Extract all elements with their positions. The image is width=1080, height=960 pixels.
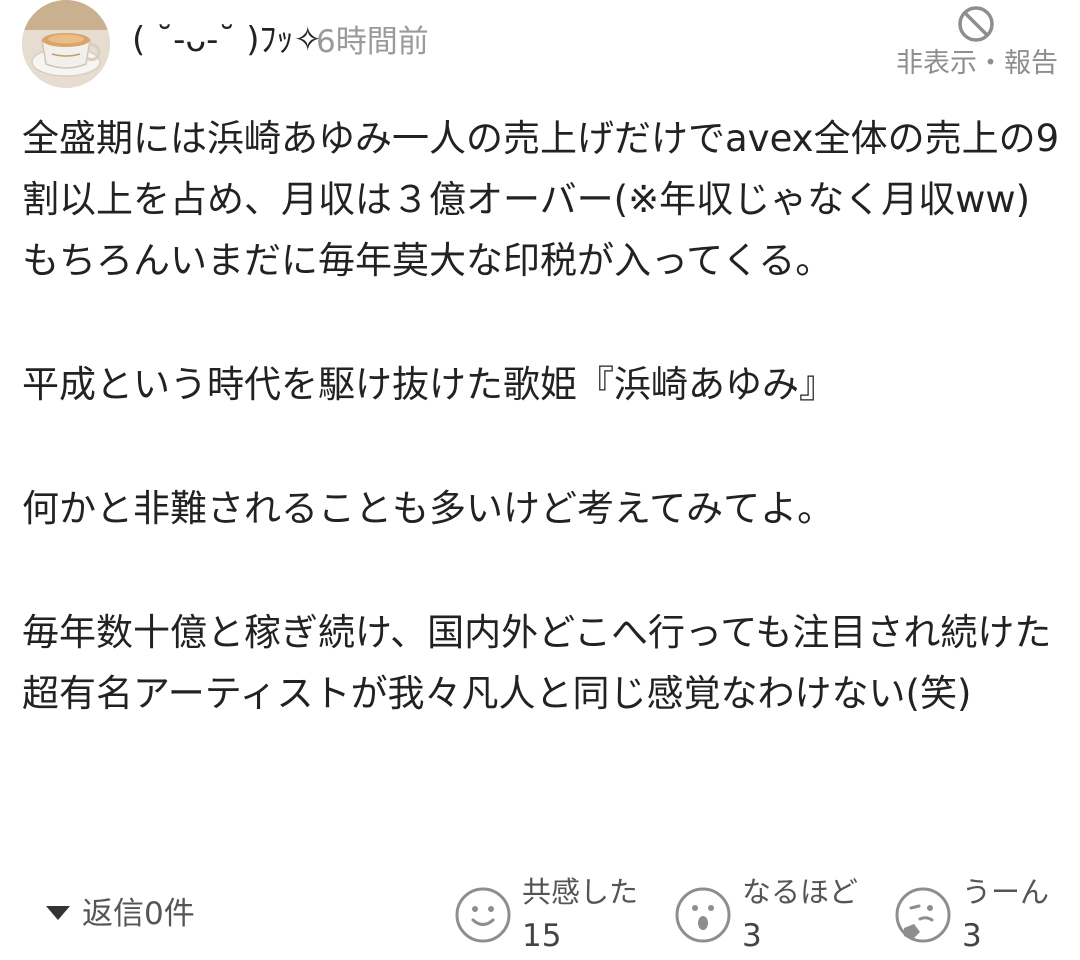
coffee-cup-avatar-image xyxy=(22,0,110,88)
reaction-label: なるほど xyxy=(742,875,859,909)
reaction-empathy-button[interactable]: 共感した 15 xyxy=(454,872,654,956)
comment-paragraph: 何かと非難されることも多いけど考えてみてよ。 xyxy=(22,487,835,530)
triangle-down-icon xyxy=(46,905,70,920)
reaction-count: 3 xyxy=(962,918,982,954)
reaction-count: 15 xyxy=(522,918,562,954)
reply-toggle-button[interactable]: 返信0件 xyxy=(46,890,195,938)
reaction-count: 3 xyxy=(742,918,762,954)
reaction-uun-button[interactable]: うーん 3 xyxy=(894,872,1064,956)
comment-paragraph: 毎年数十億と稼ぎ続け、国内外どこへ行っても注目され続けた超有名アーティストが我々… xyxy=(22,611,1052,715)
prohibited-icon xyxy=(958,6,994,42)
smile-face-icon xyxy=(455,887,511,943)
hide-report-button[interactable]: 非表示・報告 xyxy=(878,2,1058,86)
thinking-face-icon xyxy=(895,887,951,943)
avatar[interactable] xyxy=(22,0,110,88)
reaction-naruhodo-button[interactable]: なるほど 3 xyxy=(674,872,874,956)
comment-paragraph: 平成という時代を駆け抜けた歌姫『浜崎あゆみ』 xyxy=(22,363,836,406)
comment-body: 全盛期には浜崎あゆみ一人の売上げだけでavex全体の売上の9割以上を占め、月収は… xyxy=(22,108,1062,724)
hide-report-label: 非表示・報告 xyxy=(896,48,1058,79)
reaction-label: うーん xyxy=(962,875,1050,909)
reply-count-label: 返信0件 xyxy=(82,896,195,932)
timestamp: 6時間前 xyxy=(316,24,429,60)
user-name[interactable]: ( ˘-ᴗ-˘ )ﾌｯ✧ xyxy=(132,18,322,62)
surprised-face-icon xyxy=(675,887,731,943)
comment-paragraph: 全盛期には浜崎あゆみ一人の売上げだけでavex全体の売上の9割以上を占め、月収は… xyxy=(22,117,1060,282)
reaction-label: 共感した xyxy=(522,875,639,909)
comment-card: ( ˘-ᴗ-˘ )ﾌｯ✧ 6時間前 非表示・報告 全盛期には浜崎あゆみ一人の売上… xyxy=(0,0,1080,960)
